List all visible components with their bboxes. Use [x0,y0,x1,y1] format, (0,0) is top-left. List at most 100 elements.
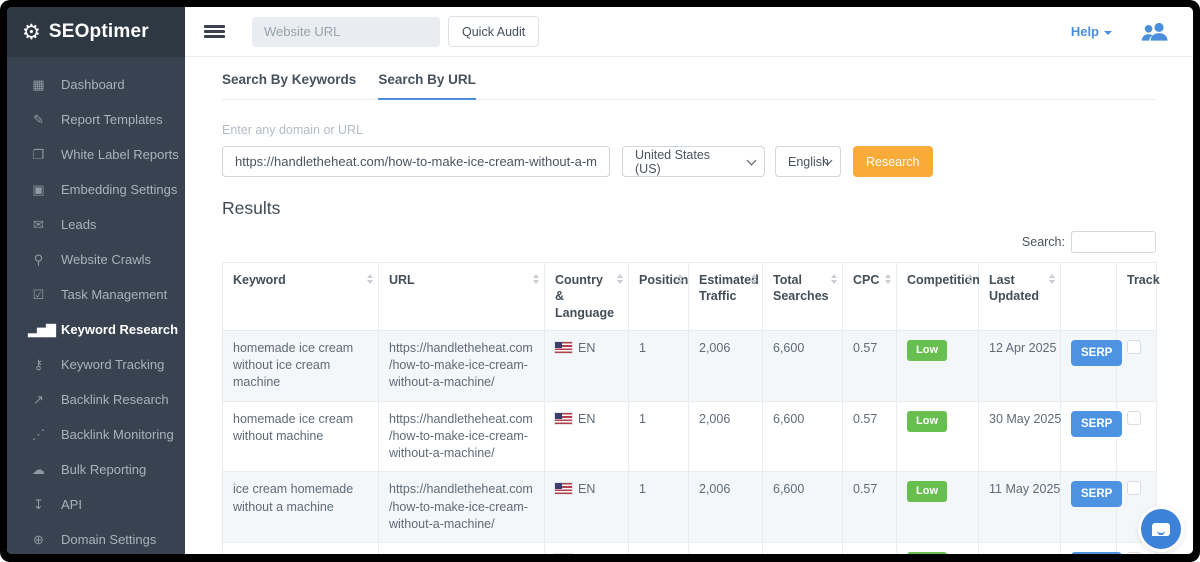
sidebar-item-label: Website Crawls [61,252,151,267]
sidebar-item-label: Report Templates [61,112,163,127]
backlink-research-icon: ↗ [28,392,48,408]
us-flag-icon [555,342,572,353]
sidebar-item-dashboard[interactable]: ▦ Dashboard [7,67,185,102]
menu-icon[interactable] [204,23,226,41]
help-menu[interactable]: Help [1071,24,1112,39]
cell-traffic: 2,006 [689,472,763,543]
bulk-reporting-icon: ☁ [28,462,48,478]
cell-url: https://handletheheat.com/how-to-make-ic… [379,401,545,472]
sidebar-item-keyword-tracking[interactable]: ⚷ Keyword Tracking [7,347,185,382]
cell-serp: SERP [1061,543,1117,555]
domain-settings-icon: ⊕ [28,532,48,548]
competition-badge: Low [907,411,947,432]
table-search-input[interactable] [1071,231,1156,253]
track-checkbox[interactable] [1127,411,1141,425]
serp-button[interactable]: SERP [1071,411,1122,437]
table-row: no machine homemade ice creamhttps://han… [223,543,1157,555]
sidebar-item-report-templates[interactable]: ✎Report Templates [7,102,185,137]
sidebar-item-label: Dashboard [61,77,125,92]
cell-country: EN [545,472,629,543]
cell-updated: 14 Jun 2025 [979,543,1061,555]
cell-country: EN [545,543,629,555]
sidebar-item-label: API [61,497,82,512]
users-icon[interactable] [1139,21,1170,43]
column-header-searches[interactable]: Total Searches [763,263,843,331]
chat-launcher[interactable] [1141,509,1181,549]
sidebar-item-bulk-reporting[interactable]: ☁Bulk Reporting [7,452,185,487]
sort-icon [967,274,973,284]
seoptimer-logo-icon: ⚙ [22,22,41,43]
cell-serp: SERP [1061,330,1117,401]
column-header-traffic[interactable]: Estimated Traffic [689,263,763,331]
sidebar-item-label: Leads [61,217,96,232]
tab-search-by-keywords[interactable]: Search By Keywords [222,72,356,100]
column-header-country[interactable]: Country & Language [545,263,629,331]
column-header-cpc[interactable]: CPC [843,263,897,331]
sidebar-item-label: Keyword Research [61,322,178,337]
sidebar-item-api[interactable]: ↧API [7,487,185,522]
sort-icon [751,274,757,284]
cell-cpc: 0.57 [843,401,897,472]
cell-cpc: 0.57 [843,543,897,555]
cell-keyword: ice cream homemade without a machine [223,472,379,543]
sidebar-item-leads[interactable]: ✉Leads [7,207,185,242]
quick-audit-button[interactable]: Quick Audit [448,16,539,47]
language-select[interactable]: English [775,146,841,177]
results-table: KeywordURLCountry & LanguagePositionEsti… [222,262,1157,554]
serp-button[interactable]: SERP [1071,340,1122,366]
serp-button[interactable]: SERP [1071,481,1122,507]
country-select-value: United States (US) [635,148,738,176]
column-header-keyword[interactable]: Keyword [223,263,379,331]
app-window: ⚙ SEOptimer ▦ Dashboard ✎Report Templates❐… [7,7,1193,554]
cell-searches: 6,600 [763,401,843,472]
cell-updated: 11 May 2025 [979,472,1061,543]
sidebar-item-backlink-research[interactable]: ↗ Backlink Research [7,382,185,417]
cell-traffic: 2,006 [689,543,763,555]
logo[interactable]: ⚙ SEOptimer [7,7,185,57]
sort-icon [617,274,623,284]
sidebar-item-white-label-reports[interactable]: ❐White Label Reports [7,137,185,172]
tab-search-by-url[interactable]: Search By URL [378,72,476,100]
results-title: Results [222,198,1156,219]
sidebar-item-label: Domain Settings [61,532,156,547]
column-header-competition[interactable]: Competition [897,263,979,331]
sidebar-item-label: Backlink Research [61,392,169,407]
table-search: Search: [222,231,1156,253]
track-checkbox[interactable] [1127,552,1141,554]
caret-down-icon [1104,31,1112,35]
sidebar-item-task-management[interactable]: ☑Task Management [7,277,185,312]
cell-competition: Low [897,401,979,472]
sidebar-item-backlink-monitoring[interactable]: ⋰Backlink Monitoring [7,417,185,452]
cell-competition: Low [897,472,979,543]
column-header-position[interactable]: Position [629,263,689,331]
sidebar-item-embedding-settings[interactable]: ▣Embedding Settings [7,172,185,207]
research-button[interactable]: Research [853,146,933,177]
serp-button[interactable]: SERP [1071,552,1122,554]
column-header-url[interactable]: URL [379,263,545,331]
cell-position: 1 [629,543,689,555]
column-header-track: Track [1117,263,1157,331]
domain-url-input[interactable] [222,146,610,177]
website-crawls-icon: ⚲ [28,252,48,268]
sidebar-item-label: Keyword Tracking [61,357,164,372]
table-row: homemade ice cream without ice cream mac… [223,330,1157,401]
cell-url: https://handletheheat.com/how-to-make-ic… [379,330,545,401]
website-url-input[interactable] [252,17,440,47]
cell-keyword: homemade ice cream without ice cream mac… [223,330,379,401]
column-header-serp [1061,263,1117,331]
country-select[interactable]: United States (US) [622,146,765,177]
sidebar-item-domain-settings[interactable]: ⊕ Domain Settings [7,522,185,554]
sidebar-item-label: Backlink Monitoring [61,427,174,442]
tabs: Search By Keywords Search By URL [222,57,1156,100]
sidebar-item-website-crawls[interactable]: ⚲ Website Crawls [7,242,185,277]
sort-icon [367,274,373,284]
cell-traffic: 2,006 [689,401,763,472]
track-checkbox[interactable] [1127,481,1141,495]
column-header-updated[interactable]: Last Updated [979,263,1061,331]
dashboard-icon: ▦ [28,77,48,93]
cell-position: 1 [629,472,689,543]
cell-traffic: 2,006 [689,330,763,401]
keyword-tracking-icon: ⚷ [28,357,48,373]
track-checkbox[interactable] [1127,340,1141,354]
sidebar-item-keyword-research[interactable]: ▂▅▇Keyword Research [7,312,185,347]
